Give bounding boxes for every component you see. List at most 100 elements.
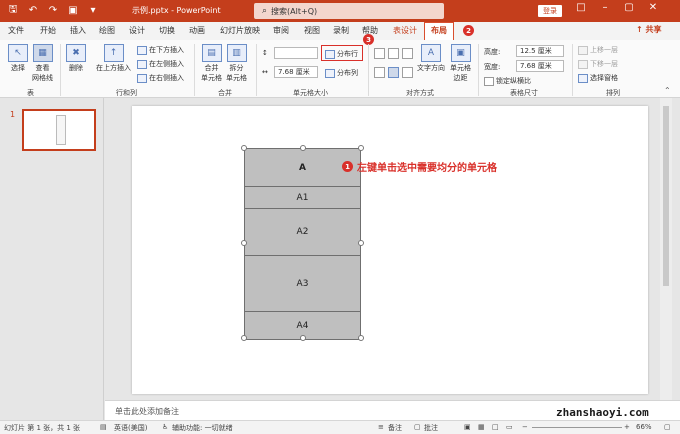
slide[interactable]: A A1 A2 A3 A4 1 左键单击选中需要均分的单元格 bbox=[132, 106, 648, 394]
checkbox-icon bbox=[484, 76, 494, 86]
select-button[interactable]: ↖ 选择 bbox=[8, 44, 28, 73]
lock-aspect-ratio-checkbox[interactable]: 锁定纵横比 bbox=[484, 76, 531, 86]
table-row[interactable]: A3 bbox=[245, 256, 360, 312]
insert-right-icon bbox=[137, 73, 147, 83]
align-center-icon[interactable] bbox=[388, 48, 399, 59]
resize-handle[interactable] bbox=[241, 145, 247, 151]
reading-view-icon[interactable]: □ bbox=[492, 423, 499, 431]
cell-width-input[interactable]: 7.68 厘米 bbox=[274, 66, 318, 78]
merge-cells-label: 合并 单元格 bbox=[201, 64, 222, 82]
zoom-slider[interactable] bbox=[532, 427, 622, 428]
slide-sorter-icon[interactable]: ▦ bbox=[478, 423, 485, 431]
tab-file[interactable]: 文件 bbox=[8, 25, 24, 36]
zoom-level[interactable]: 66% bbox=[636, 423, 652, 431]
notes-icon: ≡ bbox=[378, 423, 384, 431]
tab-draw[interactable]: 绘图 bbox=[99, 25, 115, 36]
language-status[interactable]: 英语(美国) bbox=[114, 423, 147, 433]
slide-canvas: A A1 A2 A3 A4 1 左键单击选中需要均分的单元格 bbox=[105, 98, 680, 400]
resize-handle[interactable] bbox=[358, 240, 364, 246]
cell-margins-button[interactable]: ▣ 单元格 边距 bbox=[450, 44, 471, 83]
align-bottom-icon[interactable] bbox=[402, 67, 413, 78]
tab-slideshow[interactable]: 幻灯片放映 bbox=[220, 25, 260, 36]
align-left-icon[interactable] bbox=[374, 48, 385, 59]
text-direction-label: 文字方向 bbox=[417, 64, 445, 72]
search-input[interactable]: ⌕ 搜索(Alt+Q) bbox=[254, 3, 444, 19]
annotation-text: 左键单击选中需要均分的单元格 bbox=[357, 163, 497, 174]
present-icon[interactable]: ▣ bbox=[66, 3, 80, 17]
share-button[interactable]: ↑ 共享 bbox=[636, 24, 662, 35]
resize-handle[interactable] bbox=[241, 335, 247, 341]
watermark: zhanshaoyi.com bbox=[556, 406, 649, 419]
status-bar: 幻灯片 第 1 张，共 1 张 ▤ 英语(美国) ♿ 辅助功能: 一切就绪 ≡ … bbox=[0, 420, 680, 434]
separator bbox=[368, 44, 369, 96]
accessibility-status[interactable]: 辅助功能: 一切就绪 bbox=[172, 423, 233, 433]
delete-button[interactable]: ✖ 删除 bbox=[66, 44, 86, 73]
resize-handle[interactable] bbox=[241, 240, 247, 246]
tab-layout[interactable]: 布局 bbox=[424, 22, 454, 40]
selection-pane-label: 选择窗格 bbox=[590, 74, 618, 82]
view-gridlines-button[interactable]: ▦ 查看 网格线 bbox=[32, 44, 53, 83]
maximize-icon[interactable]: ▢ bbox=[622, 2, 636, 13]
login-button[interactable]: 登录 bbox=[538, 5, 562, 17]
normal-view-icon[interactable]: ▣ bbox=[464, 423, 471, 431]
insert-above-icon: ↑ bbox=[103, 44, 124, 62]
slide-table[interactable]: A A1 A2 A3 A4 bbox=[244, 148, 361, 340]
selection-pane-button[interactable]: 选择窗格 bbox=[578, 73, 618, 83]
align-middle-icon[interactable] bbox=[388, 67, 399, 78]
distribute-columns-button[interactable]: 分布列 bbox=[325, 68, 358, 78]
table-width-input[interactable]: 7.68 厘米 bbox=[516, 60, 564, 72]
align-right-icon[interactable] bbox=[402, 48, 413, 59]
tab-design[interactable]: 设计 bbox=[129, 25, 145, 36]
cell-margins-label: 单元格 边距 bbox=[450, 64, 471, 82]
tab-transitions[interactable]: 切换 bbox=[159, 25, 175, 36]
share-label: 共享 bbox=[645, 25, 662, 34]
tab-table-design[interactable]: 表设计 bbox=[393, 25, 417, 36]
zoom-in-icon[interactable]: + bbox=[624, 423, 630, 431]
bring-forward-button[interactable]: 上移一层 bbox=[578, 45, 618, 55]
tab-view[interactable]: 视图 bbox=[304, 25, 320, 36]
save-icon[interactable]: 🖫 bbox=[6, 3, 20, 17]
insert-below-button[interactable]: 在下方插入 bbox=[137, 45, 184, 55]
slideshow-view-icon[interactable]: ▭ bbox=[506, 423, 513, 431]
zoom-out-icon[interactable]: − bbox=[522, 423, 528, 431]
tab-home[interactable]: 开始 bbox=[40, 25, 56, 36]
close-icon[interactable]: ✕ bbox=[646, 2, 660, 13]
table-row[interactable]: A2 bbox=[245, 209, 360, 256]
vertical-scrollbar[interactable] bbox=[660, 98, 672, 400]
select-icon: ↖ bbox=[8, 44, 28, 62]
resize-handle[interactable] bbox=[300, 145, 306, 151]
resize-handle[interactable] bbox=[358, 145, 364, 151]
redo-icon[interactable]: ↷ bbox=[46, 3, 60, 17]
scrollbar-thumb[interactable] bbox=[663, 106, 669, 286]
resize-handle[interactable] bbox=[300, 335, 306, 341]
insert-above-button[interactable]: ↑ 在上方插入 bbox=[96, 44, 131, 73]
minimize-icon[interactable]: – bbox=[598, 2, 612, 13]
comments-toggle[interactable]: 批注 bbox=[424, 423, 438, 433]
tab-animations[interactable]: 动画 bbox=[189, 25, 205, 36]
table-row[interactable]: A1 bbox=[245, 187, 360, 209]
group-rows-cols-label: 行和列 bbox=[116, 89, 137, 97]
merge-cells-button[interactable]: ▤ 合并 单元格 bbox=[201, 44, 222, 83]
text-direction-button[interactable]: A 文字方向 bbox=[417, 44, 445, 73]
resize-handle[interactable] bbox=[358, 335, 364, 341]
align-top-icon[interactable] bbox=[374, 67, 385, 78]
undo-icon[interactable]: ↶ bbox=[26, 3, 40, 17]
spelling-icon[interactable]: ▤ bbox=[100, 423, 107, 431]
ribbon-display-icon[interactable]: □ bbox=[574, 2, 588, 13]
tab-record[interactable]: 录制 bbox=[333, 25, 349, 36]
notes-toggle[interactable]: 备注 bbox=[388, 423, 402, 433]
send-backward-button[interactable]: 下移一层 bbox=[578, 59, 618, 69]
tab-review[interactable]: 审阅 bbox=[273, 25, 289, 36]
fit-to-window-icon[interactable]: ▢ bbox=[664, 423, 671, 431]
window-controls: □ – ▢ ✕ bbox=[574, 2, 660, 13]
cell-height-input[interactable] bbox=[274, 47, 318, 59]
insert-right-button[interactable]: 在右侧插入 bbox=[137, 73, 184, 83]
collapse-ribbon-icon[interactable]: ⌃ bbox=[664, 86, 671, 95]
split-cells-button[interactable]: ▥ 拆分 单元格 bbox=[226, 44, 247, 83]
tab-insert[interactable]: 插入 bbox=[70, 25, 86, 36]
customize-qat-icon[interactable]: ▾ bbox=[86, 3, 100, 17]
slide-number: 1 bbox=[10, 110, 16, 119]
slide-thumbnail[interactable] bbox=[22, 109, 96, 151]
insert-left-button[interactable]: 在左侧插入 bbox=[137, 59, 184, 69]
table-height-input[interactable]: 12.5 厘米 bbox=[516, 45, 564, 57]
